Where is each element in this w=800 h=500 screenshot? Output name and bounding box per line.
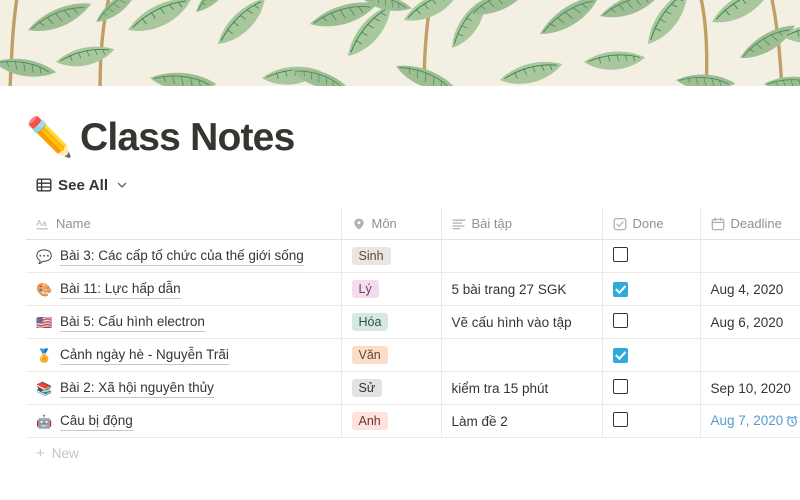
done-checkbox[interactable] bbox=[612, 247, 628, 263]
calendar-icon bbox=[711, 217, 725, 231]
cell-baitap[interactable] bbox=[441, 338, 603, 373]
table-row[interactable]: 🇺🇸 Bài 5: Cấu hình electron Hóa Vẽ cấu hình… bbox=[26, 305, 800, 340]
cell-name[interactable]: 🏅 Cảnh ngày hè - Nguyễn Trãi bbox=[26, 338, 342, 373]
cell-baitap[interactable]: 5 bài trang 27 SGK bbox=[441, 272, 603, 307]
view-switcher[interactable]: See All bbox=[0, 159, 800, 194]
view-label: See All bbox=[58, 176, 109, 194]
column-label: Done bbox=[632, 216, 664, 232]
done-checkbox[interactable] bbox=[612, 313, 628, 329]
cell-done[interactable] bbox=[602, 239, 701, 274]
plus-icon: + bbox=[36, 445, 45, 463]
sports-medal-emoji: 🏅 bbox=[36, 347, 53, 363]
books-emoji: 📚 bbox=[36, 380, 53, 396]
new-row-label: New bbox=[51, 446, 79, 462]
subject-tag: Sử bbox=[351, 379, 383, 398]
cell-mon[interactable]: Anh bbox=[341, 404, 442, 439]
cell-name[interactable]: 🇺🇸 Bài 5: Cấu hình electron bbox=[26, 305, 342, 340]
subject-tag: Anh bbox=[351, 412, 388, 431]
cell-deadline[interactable]: Aug 7, 2020 bbox=[700, 404, 800, 439]
cell-baitap[interactable]: Làm đề 2 bbox=[441, 404, 603, 439]
row-title[interactable]: Bài 5: Cấu hình electron bbox=[60, 313, 205, 333]
row-title[interactable]: Bài 2: Xã hội nguyên thủy bbox=[60, 379, 214, 399]
column-label: Name bbox=[56, 216, 91, 232]
deadline-date: Aug 4, 2020 bbox=[710, 281, 784, 297]
artist-palette-emoji: 🎨 bbox=[36, 281, 53, 297]
cell-done[interactable] bbox=[602, 338, 701, 373]
cell-mon[interactable]: Văn bbox=[341, 338, 442, 373]
table-row[interactable]: 🏅 Cảnh ngày hè - Nguyễn Trãi Văn bbox=[26, 338, 800, 373]
pencil-emoji[interactable]: ✏️ bbox=[26, 119, 73, 157]
row-title[interactable]: Cảnh ngày hè - Nguyễn Trãi bbox=[60, 346, 229, 366]
new-row-button[interactable]: + New bbox=[0, 438, 800, 461]
cell-deadline[interactable] bbox=[700, 239, 800, 274]
speech-balloon-emoji: 💬 bbox=[36, 248, 53, 264]
cell-done[interactable] bbox=[602, 404, 701, 439]
done-checkbox[interactable] bbox=[612, 281, 628, 297]
cell-baitap[interactable]: kiểm tra 15 phút bbox=[441, 371, 603, 406]
row-title[interactable]: Câu bị động bbox=[60, 412, 133, 432]
page-title-row: ✏️ Class Notes bbox=[0, 86, 800, 159]
select-tag-icon bbox=[352, 217, 366, 231]
row-title[interactable]: Bài 3: Các cấp tố chức của thế giới sống bbox=[60, 247, 304, 267]
subject-tag: Hóa bbox=[351, 313, 389, 332]
cell-deadline[interactable]: Sep 10, 2020 bbox=[700, 371, 800, 406]
cell-deadline[interactable]: Aug 4, 2020 bbox=[700, 272, 800, 307]
column-header-deadline[interactable]: Deadline bbox=[700, 207, 800, 241]
done-checkbox[interactable] bbox=[612, 412, 628, 428]
column-header-name[interactable]: Aa Name bbox=[26, 207, 342, 241]
cell-name[interactable]: 📚 Bài 2: Xã hội nguyên thủy bbox=[26, 371, 342, 406]
cell-name[interactable]: 💬 Bài 3: Các cấp tố chức của thế giới sốn… bbox=[26, 239, 342, 274]
table-body: 💬 Bài 3: Các cấp tố chức của thế giới sốn… bbox=[26, 239, 800, 439]
subject-tag: Lý bbox=[351, 280, 379, 299]
table-row[interactable]: 💬 Bài 3: Các cấp tố chức của thế giới sốn… bbox=[26, 239, 800, 274]
deadline-date: Aug 7, 2020 bbox=[710, 412, 784, 428]
cell-done[interactable] bbox=[602, 305, 701, 340]
row-title[interactable]: Bài 11: Lực hấp dẫn bbox=[60, 280, 181, 300]
table-header-row: Aa Name Môn Bài tập Done Deadline bbox=[26, 207, 800, 241]
done-checkbox[interactable] bbox=[612, 379, 628, 395]
deadline-date: Sep 10, 2020 bbox=[710, 380, 791, 396]
cell-done[interactable] bbox=[602, 371, 701, 406]
column-header-done[interactable]: Done bbox=[602, 207, 701, 241]
cell-baitap[interactable]: Vẽ cấu hình vào tập bbox=[441, 305, 603, 340]
cell-baitap[interactable] bbox=[441, 239, 603, 274]
us-flag-emoji: 🇺🇸 bbox=[36, 314, 53, 330]
column-header-mon[interactable]: Môn bbox=[341, 207, 442, 241]
cell-mon[interactable]: Lý bbox=[341, 272, 442, 307]
subject-tag: Sinh bbox=[351, 247, 391, 266]
column-header-baitap[interactable]: Bài tập bbox=[441, 207, 603, 241]
page-body: ✏️ Class Notes See All Aa Name Môn Bài t… bbox=[0, 86, 800, 500]
cell-mon[interactable]: Hóa bbox=[341, 305, 442, 340]
cell-deadline[interactable] bbox=[700, 338, 800, 373]
deadline-date: Aug 6, 2020 bbox=[710, 314, 784, 330]
cell-deadline[interactable]: Aug 6, 2020 bbox=[700, 305, 800, 340]
cell-done[interactable] bbox=[602, 272, 701, 307]
column-label: Deadline bbox=[730, 216, 782, 232]
table-row[interactable]: 🤖 Câu bị động Anh Làm đề 2 Aug 7, 2020 bbox=[26, 404, 800, 439]
chevron-down-icon bbox=[115, 179, 128, 192]
text-lines-icon bbox=[452, 217, 466, 231]
notion-page: ✏️ Class Notes See All Aa Name Môn Bài t… bbox=[0, 0, 800, 500]
done-checkbox[interactable] bbox=[612, 347, 628, 363]
database-table: Aa Name Môn Bài tập Done Deadline 💬 Bài … bbox=[26, 207, 800, 439]
text-aa-icon: Aa bbox=[36, 217, 50, 231]
database-table-wrap: Aa Name Môn Bài tập Done Deadline 💬 Bài … bbox=[0, 207, 800, 439]
column-label: Bài tập bbox=[471, 216, 512, 232]
cell-mon[interactable]: Sinh bbox=[341, 239, 442, 274]
page-title[interactable]: Class Notes bbox=[80, 117, 295, 159]
subject-tag: Văn bbox=[351, 346, 388, 365]
alarm-clock-icon bbox=[786, 415, 798, 430]
cell-mon[interactable]: Sử bbox=[341, 371, 442, 406]
cell-name[interactable]: 🤖 Câu bị động bbox=[26, 404, 342, 439]
column-label: Môn bbox=[371, 216, 397, 232]
page-cover-image[interactable] bbox=[0, 0, 800, 86]
cell-name[interactable]: 🎨 Bài 11: Lực hấp dẫn bbox=[26, 272, 342, 307]
checkbox-icon bbox=[613, 217, 627, 231]
table-icon bbox=[36, 177, 52, 193]
svg-text:Aa: Aa bbox=[36, 218, 47, 228]
robot-emoji: 🤖 bbox=[36, 413, 53, 429]
table-row[interactable]: 📚 Bài 2: Xã hội nguyên thủy Sử kiểm tra 15 … bbox=[26, 371, 800, 406]
table-row[interactable]: 🎨 Bài 11: Lực hấp dẫn Lý 5 bài trang 27 SGK… bbox=[26, 272, 800, 307]
